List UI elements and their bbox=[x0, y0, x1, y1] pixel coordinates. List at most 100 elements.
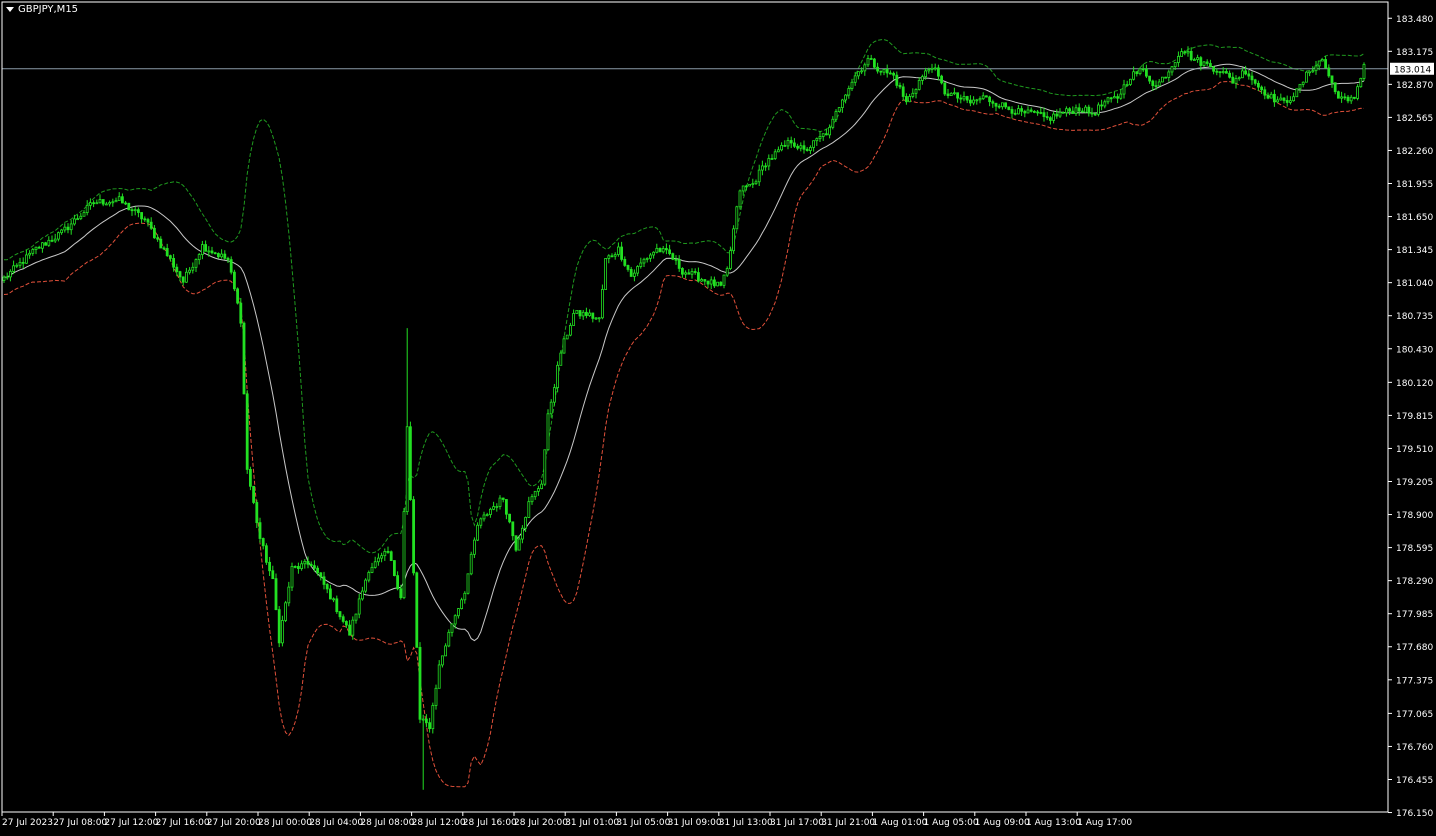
candle bbox=[620, 241, 623, 262]
candle bbox=[940, 74, 943, 85]
candle-body bbox=[389, 551, 393, 561]
candle-body bbox=[322, 576, 326, 585]
candle-body bbox=[911, 92, 915, 97]
candle bbox=[121, 193, 124, 204]
candle-body bbox=[504, 499, 508, 515]
price-chart[interactable]: 183.480 183.175 182.870 182.565 182.260 181.9… bbox=[0, 0, 1436, 832]
candle-body bbox=[991, 101, 995, 104]
candle bbox=[1013, 109, 1017, 116]
candle-body bbox=[66, 226, 70, 231]
candle bbox=[933, 63, 937, 71]
candle bbox=[565, 334, 569, 340]
candle bbox=[1279, 93, 1283, 101]
x-tick-label: 1 Aug 01:00 bbox=[872, 818, 927, 828]
candle-body bbox=[450, 623, 454, 633]
candle-body bbox=[335, 598, 339, 612]
candle bbox=[594, 317, 598, 321]
candle bbox=[780, 142, 783, 152]
candle-body bbox=[1321, 59, 1324, 62]
candle-body bbox=[511, 521, 515, 537]
candle-body bbox=[658, 247, 662, 253]
caret-down-icon[interactable] bbox=[6, 7, 14, 12]
candle-body bbox=[821, 133, 825, 137]
candle-body bbox=[140, 212, 144, 220]
candle-body bbox=[421, 718, 425, 721]
candle bbox=[504, 499, 508, 520]
candle bbox=[700, 277, 703, 282]
candle-body bbox=[418, 646, 422, 720]
candle-body bbox=[236, 288, 240, 304]
candle bbox=[79, 213, 83, 221]
candle bbox=[335, 595, 339, 614]
candle bbox=[412, 496, 416, 576]
candle-body bbox=[1036, 111, 1039, 114]
candle bbox=[252, 485, 256, 505]
candle-body bbox=[1157, 81, 1161, 87]
candle-body bbox=[424, 718, 428, 724]
candle-body bbox=[60, 229, 63, 234]
candle bbox=[364, 578, 368, 594]
candle bbox=[866, 55, 870, 68]
candle bbox=[373, 556, 377, 569]
candle-body bbox=[1269, 93, 1273, 99]
candle-body bbox=[1327, 67, 1331, 77]
candle-body bbox=[12, 265, 16, 272]
candle bbox=[1234, 75, 1238, 89]
candle bbox=[879, 70, 883, 76]
candle bbox=[553, 383, 556, 406]
candle-body bbox=[34, 246, 38, 250]
candle-body bbox=[364, 579, 368, 592]
candle-body bbox=[713, 279, 716, 287]
candle-body bbox=[44, 242, 47, 246]
candle bbox=[789, 136, 793, 149]
candle bbox=[732, 225, 735, 254]
y-tick-label: 180.430 bbox=[1396, 345, 1433, 355]
candle-body bbox=[793, 142, 796, 147]
candle bbox=[645, 257, 649, 263]
candle bbox=[914, 88, 918, 99]
candle bbox=[1049, 116, 1052, 125]
candle-body bbox=[1020, 108, 1023, 112]
candle bbox=[485, 512, 489, 517]
candle bbox=[367, 570, 371, 583]
candle-body bbox=[1061, 111, 1065, 114]
candle bbox=[994, 102, 998, 112]
candle-body bbox=[703, 279, 707, 282]
candle bbox=[1276, 96, 1279, 104]
candle bbox=[943, 82, 947, 96]
candle bbox=[1305, 71, 1308, 83]
candle-body bbox=[284, 602, 288, 621]
candle bbox=[50, 235, 54, 243]
x-tick-label: 28 Jul 20:00 bbox=[514, 818, 568, 828]
candle bbox=[978, 96, 982, 104]
candle-body bbox=[1058, 111, 1062, 117]
symbol-header[interactable]: GBPJPY,M15 bbox=[6, 4, 78, 15]
candle bbox=[1314, 61, 1318, 75]
candle-body bbox=[729, 250, 732, 269]
candle bbox=[751, 178, 755, 188]
candle-body bbox=[607, 255, 611, 259]
candle-body bbox=[908, 96, 911, 103]
candle-body bbox=[1017, 108, 1020, 115]
candle-body bbox=[601, 289, 604, 319]
candle bbox=[581, 309, 585, 320]
candle bbox=[156, 234, 160, 242]
candle-body bbox=[1343, 96, 1347, 99]
chart-area[interactable]: 183.480 183.175 182.870 182.565 182.260 181.9… bbox=[0, 0, 1436, 832]
candle bbox=[287, 581, 291, 607]
candle bbox=[863, 62, 867, 76]
y-tick-label: 181.345 bbox=[1396, 246, 1433, 256]
candle bbox=[41, 241, 44, 253]
candle-body bbox=[200, 244, 204, 255]
candle-body bbox=[341, 616, 345, 622]
candle bbox=[396, 571, 400, 591]
candle bbox=[716, 281, 719, 287]
candle-body bbox=[1106, 97, 1110, 103]
candle-body bbox=[805, 148, 809, 151]
candle-body bbox=[357, 598, 361, 615]
candle bbox=[140, 212, 144, 224]
candle bbox=[290, 562, 294, 592]
candle bbox=[988, 95, 991, 107]
candle bbox=[1253, 78, 1257, 86]
candle bbox=[223, 250, 227, 260]
